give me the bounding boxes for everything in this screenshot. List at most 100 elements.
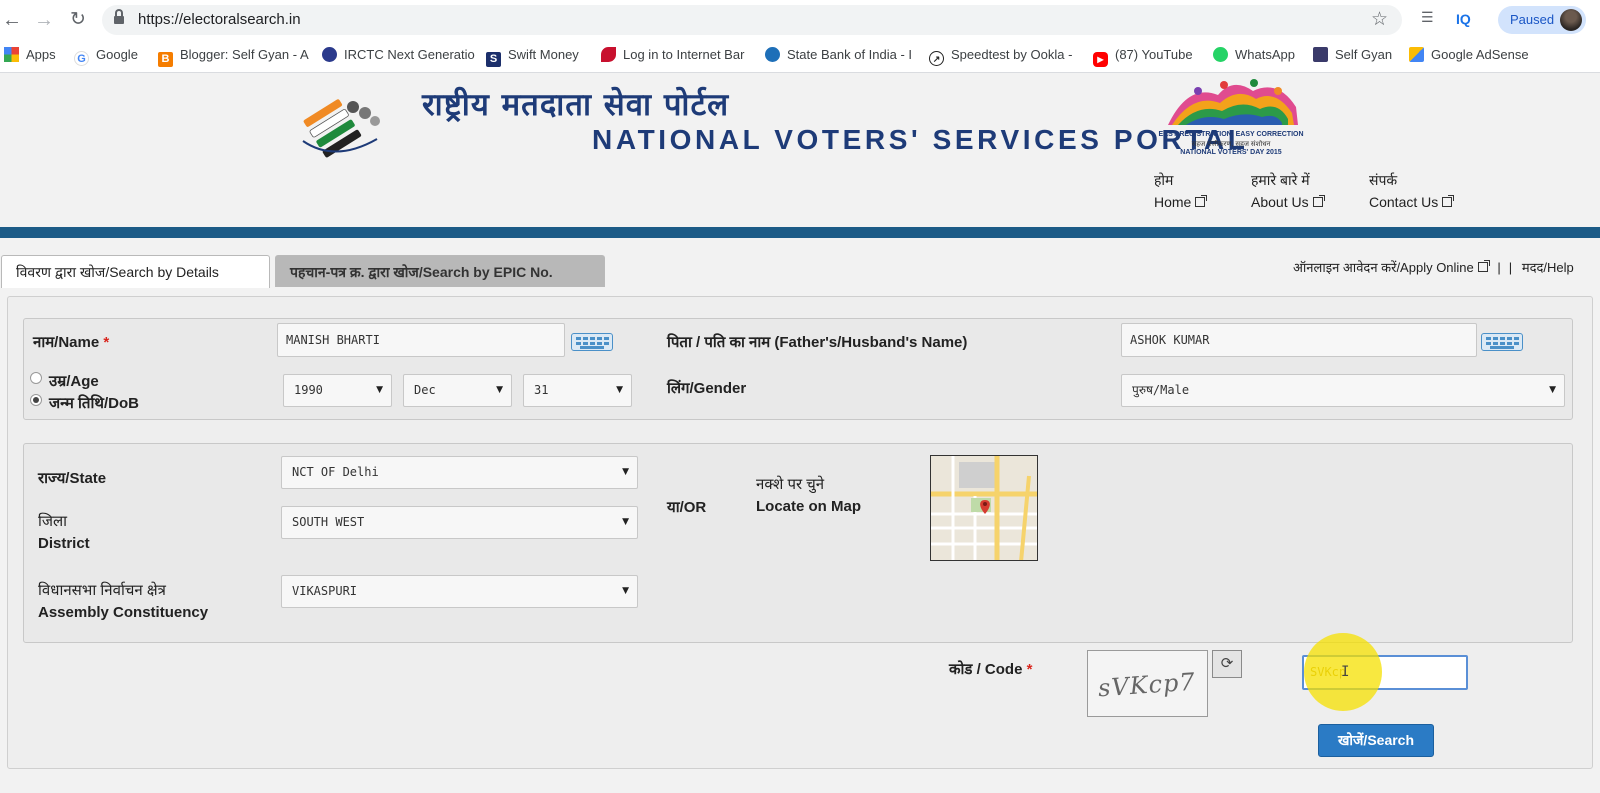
whatsapp-icon xyxy=(1213,47,1228,62)
tab-search-by-epic[interactable]: पहचान-पत्र क्र. द्वारा खोज/Search by EPI… xyxy=(275,255,605,287)
dob-day-select[interactable]: 31 ▼ xyxy=(523,374,632,407)
state-select[interactable]: NCT OF Delhi ▼ xyxy=(281,456,638,489)
code-label-text: कोड / Code xyxy=(949,661,1023,678)
external-link-icon xyxy=(1195,195,1208,207)
district-label-english: District xyxy=(38,535,90,552)
bookmark-label: WhatsApp xyxy=(1235,47,1295,62)
address-bar[interactable]: https://electoralsearch.in ☆ xyxy=(102,5,1402,35)
bank-login-icon xyxy=(601,47,616,62)
text-cursor-icon: I xyxy=(1341,664,1350,680)
portal-title-hindi: राष्ट्रीय मतदाता सेवा पोर्टल xyxy=(422,87,730,123)
bookmark-apps[interactable]: Apps xyxy=(4,47,56,67)
dob-year-select[interactable]: 1990 ▼ xyxy=(283,374,392,407)
help-link[interactable]: मदद/Help xyxy=(1522,260,1574,275)
reading-list-icon[interactable]: ☰ xyxy=(1421,9,1434,26)
bookmark-speedtest[interactable]: ↗ Speedtest by Ookla - xyxy=(929,47,1072,67)
assembly-constituency-label: विधानसभा निर्वाचन क्षेत्र Assembly Consti… xyxy=(38,580,208,624)
nav-about-label: About Us xyxy=(1251,194,1309,210)
external-link-icon xyxy=(1477,260,1490,272)
eci-logo-icon xyxy=(302,99,380,158)
gender-value: पुरुष/Male xyxy=(1132,383,1190,397)
name-input[interactable]: MANISH BHARTI xyxy=(277,323,565,357)
bookmark-google-adsense[interactable]: Google AdSense xyxy=(1409,47,1529,67)
virtual-keyboard-icon[interactable] xyxy=(571,333,613,351)
iq-extension-icon[interactable]: IQ xyxy=(1456,11,1471,27)
profile-paused-button[interactable]: Paused xyxy=(1498,6,1586,34)
locate-on-map-label[interactable]: नक्शे पर चुने Locate on Map xyxy=(756,474,861,518)
search-button[interactable]: खोजें/Search xyxy=(1318,724,1434,757)
bookmark-youtube[interactable]: ▶ (87) YouTube xyxy=(1093,47,1193,67)
bookmark-label: State Bank of India - I xyxy=(787,47,913,62)
voters-day-tagline-english: EASY REGISTRATION, EASY CORRECTION xyxy=(1158,131,1304,138)
bookmark-label: Blogger: Self Gyan - A xyxy=(180,47,309,62)
bookmark-blogger[interactable]: B Blogger: Self Gyan - A xyxy=(158,47,309,67)
captcha-text: sVKcp7 xyxy=(1097,667,1197,703)
nav-home-label: Home xyxy=(1154,194,1192,210)
national-voters-day-logo: EASY REGISTRATION, EASY CORRECTION सहज प… xyxy=(1158,77,1304,159)
chevron-down-icon: ▼ xyxy=(622,517,629,527)
apply-online-link[interactable]: ऑनलाइन आवेदन करें/Apply Online xyxy=(1293,260,1474,275)
portal-header: राष्ट्रीय मतदाता सेवा पोर्टल NATIONAL VO… xyxy=(0,73,1600,227)
chevron-down-icon: ▼ xyxy=(376,385,383,395)
speedtest-icon: ↗ xyxy=(929,51,944,66)
bookmark-sbi[interactable]: State Bank of India - I xyxy=(765,47,912,67)
browser-toolbar: ← → ↻ https://electoralsearch.in ☆ ☰ IQ … xyxy=(0,0,1600,40)
locate-on-map-thumbnail[interactable] xyxy=(930,455,1038,561)
voters-day-figures-icon xyxy=(1168,79,1298,125)
bookmark-star-icon[interactable]: ☆ xyxy=(1371,8,1388,31)
profile-paused-label: Paused xyxy=(1510,12,1555,27)
external-link-icon xyxy=(1312,195,1325,207)
dob-radio[interactable] xyxy=(30,394,42,406)
tab-search-by-details[interactable]: विवरण द्वारा खोज/Search by Details xyxy=(1,255,270,288)
bookmark-internet-banking[interactable]: Log in to Internet Bar xyxy=(601,47,744,67)
bookmark-label: (87) YouTube xyxy=(1115,47,1193,62)
reload-icon[interactable]: ↻ xyxy=(66,8,90,32)
ac-label-hindi: विधानसभा निर्वाचन क्षेत्र xyxy=(38,582,166,599)
bookmark-google[interactable]: G Google xyxy=(74,47,138,67)
bookmark-label: Log in to Internet Bar xyxy=(623,47,745,62)
captcha-image: sVKcp7 xyxy=(1087,650,1208,717)
dob-month-value: Dec xyxy=(414,383,436,397)
blogger-icon: B xyxy=(158,52,173,67)
virtual-keyboard-icon[interactable] xyxy=(1481,333,1523,351)
map-label-english: Locate on Map xyxy=(756,498,862,515)
youtube-icon: ▶ xyxy=(1093,52,1108,67)
nav-about-us[interactable]: हमारे बारे में About Us xyxy=(1251,171,1325,210)
bookmark-label: Apps xyxy=(26,47,56,62)
captcha-refresh-icon[interactable]: ⟳ xyxy=(1212,650,1242,678)
nav-contact-us[interactable]: संपर्क Contact Us xyxy=(1369,171,1455,210)
bookmark-label: Swift Money xyxy=(508,47,579,62)
state-value: NCT OF Delhi xyxy=(292,465,379,479)
location-details-box xyxy=(23,443,1573,643)
top-links: ऑनलाइन आवेदन करें/Apply Online | | मदद/He… xyxy=(1293,260,1574,275)
assembly-constituency-select[interactable]: VIKASPURI ▼ xyxy=(281,575,638,608)
dob-day-value: 31 xyxy=(534,383,549,397)
voters-day-title: NATIONAL VOTERS' DAY 2015 xyxy=(1180,149,1282,156)
map-label-hindi: नक्शे पर चुने xyxy=(756,476,825,493)
gender-select[interactable]: पुरुष/Male ▼ xyxy=(1121,374,1565,407)
code-label: कोड / Code * xyxy=(949,659,1032,679)
back-arrow-icon[interactable]: ← xyxy=(0,8,24,32)
bookmark-irctc[interactable]: IRCTC Next Generatio xyxy=(322,47,475,67)
state-label: राज्य/State xyxy=(38,470,107,487)
bookmark-swift-money[interactable]: S Swift Money xyxy=(486,47,579,67)
chevron-down-icon: ▼ xyxy=(622,586,629,596)
gender-label: लिंग/Gender xyxy=(667,380,747,397)
required-mark: * xyxy=(1026,661,1033,678)
dob-month-select[interactable]: Dec ▼ xyxy=(403,374,512,407)
bookmark-label: Speedtest by Ookla - xyxy=(951,47,1073,62)
sbi-icon xyxy=(765,47,780,62)
father-name-label: पिता / पति का नाम (Father's/Husband's Na… xyxy=(667,334,968,351)
bookmark-whatsapp[interactable]: WhatsApp xyxy=(1213,47,1295,67)
swift-money-icon: S xyxy=(486,52,501,67)
irctc-icon xyxy=(322,47,337,62)
district-select[interactable]: SOUTH WEST ▼ xyxy=(281,506,638,539)
age-radio[interactable] xyxy=(30,372,42,384)
nav-contact-hindi: संपर्क xyxy=(1369,172,1398,188)
bookmark-self-gyan[interactable]: Self Gyan xyxy=(1313,47,1392,67)
nav-home[interactable]: होम Home xyxy=(1154,171,1208,210)
forward-arrow-icon[interactable]: → xyxy=(32,8,56,32)
required-mark: * xyxy=(103,334,110,351)
father-name-input[interactable]: ASHOK KUMAR xyxy=(1121,323,1477,357)
external-link-icon xyxy=(1442,195,1455,207)
